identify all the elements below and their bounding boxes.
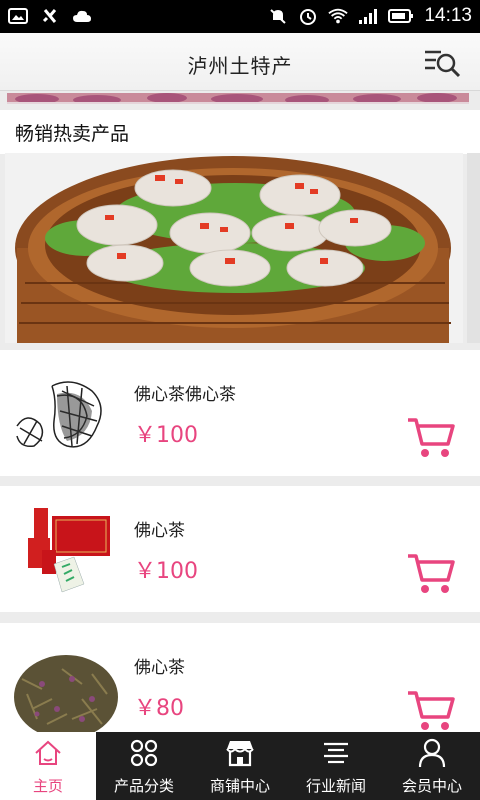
usb-debug-icon bbox=[42, 9, 57, 23]
product-image[interactable] bbox=[12, 639, 120, 732]
cart-icon[interactable] bbox=[406, 552, 456, 596]
product-image[interactable] bbox=[12, 366, 120, 466]
status-bar: 14:13 bbox=[0, 0, 480, 33]
alarm-icon bbox=[300, 9, 317, 25]
nav-label: 行业新闻 bbox=[305, 778, 366, 795]
image-icon bbox=[8, 8, 28, 24]
banner-image-strip[interactable] bbox=[7, 92, 469, 104]
product-image[interactable] bbox=[12, 502, 120, 602]
signal-icon bbox=[359, 9, 378, 24]
hero-banner-image[interactable] bbox=[5, 153, 463, 343]
wifi-icon bbox=[328, 8, 349, 24]
product-card[interactable]: 佛心茶佛心茶 ￥100 bbox=[0, 350, 480, 476]
product-name[interactable]: 佛心茶 bbox=[134, 653, 185, 678]
nav-item-member[interactable]: 会员中心 bbox=[384, 732, 480, 800]
category-icon bbox=[130, 739, 158, 767]
page-title: 泸州土特产 bbox=[187, 56, 293, 78]
product-card[interactable]: 佛心茶 ￥80 bbox=[0, 623, 480, 732]
app-header: 泸州土特产 bbox=[0, 33, 480, 91]
section-header: 畅销热卖产品 bbox=[0, 110, 480, 154]
bottom-nav: 主页 产品分类 商铺中心 行业新闻 会员中心 bbox=[0, 732, 480, 800]
main-content[interactable]: 畅销热卖产品 佛心茶佛心茶 ￥100 佛心茶 ￥100 佛心茶 ￥80 bbox=[0, 92, 480, 732]
user-icon bbox=[418, 738, 446, 768]
product-price: ￥80 bbox=[134, 696, 184, 721]
news-icon bbox=[324, 742, 348, 764]
product-price: ￥100 bbox=[134, 559, 198, 584]
nav-label: 会员中心 bbox=[401, 778, 462, 795]
nav-item-categories[interactable]: 产品分类 bbox=[96, 732, 192, 800]
nav-item-news[interactable]: 行业新闻 bbox=[288, 732, 384, 800]
section-title: 畅销热卖产品 bbox=[15, 124, 130, 145]
product-name[interactable]: 佛心茶佛心茶 bbox=[134, 380, 236, 405]
product-price: ￥100 bbox=[134, 423, 198, 448]
battery-icon bbox=[388, 9, 414, 23]
nav-label: 商铺中心 bbox=[209, 778, 270, 795]
cloud-icon bbox=[73, 10, 91, 22]
nav-item-shop[interactable]: 商铺中心 bbox=[192, 732, 288, 800]
shop-icon bbox=[226, 741, 254, 767]
mute-icon bbox=[270, 9, 287, 24]
hero-next-slide[interactable] bbox=[467, 153, 480, 343]
cart-icon[interactable] bbox=[406, 689, 456, 732]
nav-item-home[interactable]: 主页 bbox=[0, 732, 96, 800]
product-card[interactable]: 佛心茶 ￥100 bbox=[0, 486, 480, 612]
nav-label: 产品分类 bbox=[113, 778, 174, 795]
product-name[interactable]: 佛心茶 bbox=[134, 516, 185, 541]
home-icon bbox=[35, 740, 61, 765]
cart-icon[interactable] bbox=[406, 416, 456, 460]
search-list-icon[interactable] bbox=[422, 45, 462, 81]
nav-label: 主页 bbox=[32, 778, 63, 795]
status-time: 14:13 bbox=[424, 5, 472, 26]
